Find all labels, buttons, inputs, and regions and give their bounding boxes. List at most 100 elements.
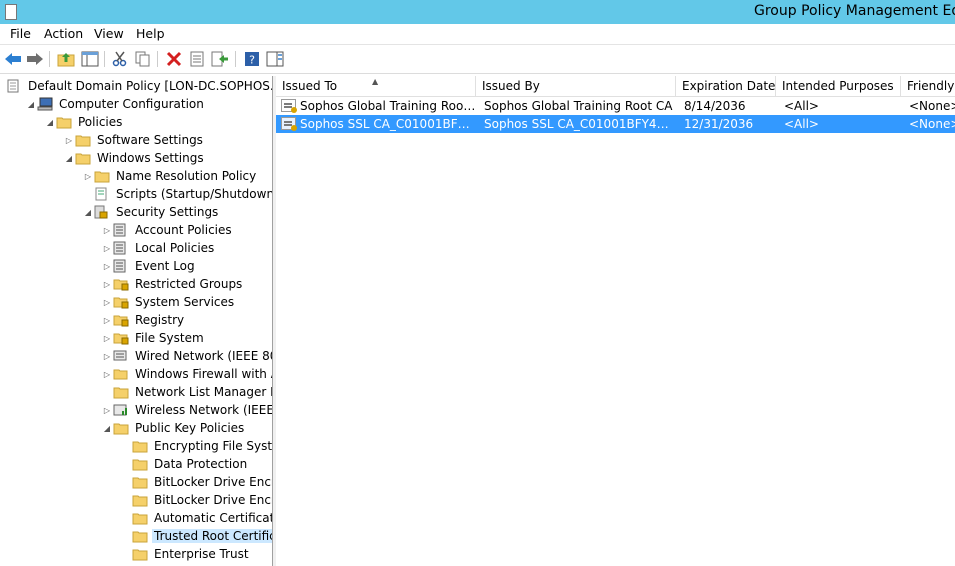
tree-node[interactable]: ◢ Windows Settings	[63, 149, 206, 167]
expand-arrow-icon[interactable]: ▷	[101, 293, 113, 311]
tree-node[interactable]: BitLocker Drive Encryptio	[120, 491, 272, 509]
tree-node[interactable]: ▷ File System	[101, 329, 206, 347]
tree-node[interactable]: ◢ Security Settings	[82, 203, 220, 221]
tree-node-label: Wireless Network (IEEE 802.1	[135, 403, 273, 417]
tree-node[interactable]: Automatic Certificate Re	[120, 509, 272, 527]
tree-node[interactable]: Default Domain Policy [LON-DC.SOPHOS.LOC	[6, 77, 272, 95]
tree-node-label: Enterprise Trust	[154, 547, 249, 561]
cell-issued-by: Sophos SSL CA_C01001BFY4QKVD7	[484, 117, 674, 131]
tree-node-label: BitLocker Drive Encryptio	[154, 493, 272, 507]
show-hide-tree-icon[interactable]	[80, 49, 100, 69]
menu-help[interactable]: Help	[136, 26, 165, 41]
certificate-icon	[281, 99, 297, 113]
app-icon	[5, 4, 17, 20]
menu-bar: File Action View Help	[0, 24, 955, 45]
folder-icon	[132, 529, 148, 543]
tree-node[interactable]: ▷ Name Resolution Policy	[82, 167, 258, 185]
folder-icon	[75, 133, 91, 147]
column-header-friendly-name[interactable]: Friendly N	[901, 76, 955, 96]
expand-arrow-icon[interactable]: ▷	[101, 311, 113, 329]
up-folder-icon[interactable]	[56, 49, 76, 69]
expand-arrow-icon[interactable]: ▷	[101, 347, 113, 365]
tree-node-label: Automatic Certificate Re	[154, 511, 272, 525]
column-header-intended-purposes[interactable]: Intended Purposes	[776, 76, 901, 96]
expand-arrow-icon[interactable]: ▷	[101, 257, 113, 275]
cell-intended-purposes: <All>	[784, 99, 819, 113]
wireless-icon	[113, 403, 129, 417]
tree-node[interactable]: ▷ Registry	[101, 311, 186, 329]
help-icon[interactable]: ?	[242, 49, 262, 69]
tree-node[interactable]: ▷ Event Log	[101, 257, 197, 275]
security-icon	[94, 205, 110, 219]
properties-icon[interactable]	[187, 49, 207, 69]
expand-arrow-icon[interactable]: ▷	[101, 329, 113, 347]
table-row[interactable]: Sophos SSL CA_C01001BFY4QK... Sophos SSL…	[276, 115, 955, 133]
tree-node[interactable]: ◢ Public Key Policies	[101, 419, 246, 437]
policy-list-icon	[113, 241, 129, 255]
collapse-arrow-icon[interactable]: ◢	[63, 149, 75, 167]
tree-node-label: BitLocker Drive Encryptio	[154, 475, 272, 489]
expand-arrow-icon[interactable]: ▷	[101, 401, 113, 419]
menu-view[interactable]: View	[94, 26, 124, 41]
show-action-pane-icon[interactable]	[265, 49, 285, 69]
window-title: Group Policy Management Edi	[754, 3, 955, 19]
tree-node[interactable]: Network List Manager Polici	[101, 383, 272, 401]
cell-issued-to: Sophos Global Training Root CA	[300, 99, 476, 113]
tree-node[interactable]: Scripts (Startup/Shutdown)	[82, 185, 272, 203]
expand-arrow-icon[interactable]: ▷	[82, 167, 94, 185]
folder-lock-icon	[113, 313, 129, 327]
list-header: Issued To ▲ Issued By Expiration Date In…	[276, 76, 955, 97]
tree-node[interactable]: ▷ Local Policies	[101, 239, 216, 257]
folder-icon	[75, 151, 91, 165]
console-tree[interactable]: Default Domain Policy [LON-DC.SOPHOS.LOC…	[0, 76, 273, 566]
export-list-icon[interactable]	[210, 49, 230, 69]
expand-arrow-icon[interactable]: ▷	[101, 275, 113, 293]
tree-node-label: Restricted Groups	[135, 277, 243, 291]
tree-node[interactable]: ▷ Software Settings	[63, 131, 205, 149]
tree-node[interactable]: ▷ Restricted Groups	[101, 275, 244, 293]
expand-arrow-icon[interactable]: ▷	[101, 221, 113, 239]
tree-node[interactable]: Encrypting File System	[120, 437, 272, 455]
tree-node[interactable]: Trusted Root Certification	[120, 527, 272, 545]
expand-arrow-icon[interactable]: ▷	[63, 131, 75, 149]
cell-friendly-name: <None>	[909, 117, 955, 131]
table-row[interactable]: Sophos Global Training Root CA Sophos Gl…	[276, 97, 955, 115]
column-header-expiration-date[interactable]: Expiration Date	[676, 76, 776, 96]
forward-arrow-icon[interactable]	[25, 49, 45, 69]
tree-node[interactable]: ▷ System Services	[101, 293, 236, 311]
menu-file[interactable]: File	[10, 26, 31, 41]
collapse-arrow-icon[interactable]: ◢	[82, 203, 94, 221]
tree-node[interactable]: ▷ Wireless Network (IEEE 802.1	[101, 401, 273, 419]
tree-node[interactable]: Enterprise Trust	[120, 545, 251, 563]
cell-issued-to: Sophos SSL CA_C01001BFY4QK...	[300, 117, 476, 131]
expand-arrow-icon[interactable]: ▷	[101, 239, 113, 257]
folder-icon	[132, 475, 148, 489]
tree-node[interactable]: ▷ Account Policies	[101, 221, 234, 239]
tree-node[interactable]: ◢ Policies	[44, 113, 124, 131]
tree-node[interactable]: Data Protection	[120, 455, 249, 473]
collapse-arrow-icon[interactable]: ◢	[44, 113, 56, 131]
copy-icon[interactable]	[133, 49, 153, 69]
policy-list-icon	[113, 223, 129, 237]
tree-node[interactable]: ▷ Windows Firewall with Advar	[101, 365, 272, 383]
policy-doc-icon	[6, 79, 22, 93]
column-header-issued-by[interactable]: Issued By	[476, 76, 676, 96]
collapse-arrow-icon[interactable]: ◢	[25, 95, 37, 113]
tree-node[interactable]: ▷ Wired Network (IEEE 802.3) P	[101, 347, 272, 365]
folder-icon	[132, 547, 148, 561]
certificate-list[interactable]: Issued To ▲ Issued By Expiration Date In…	[276, 76, 955, 566]
cut-icon[interactable]	[110, 49, 130, 69]
expand-arrow-icon[interactable]: ▷	[101, 365, 113, 383]
menu-action[interactable]: Action	[44, 26, 83, 41]
folder-icon	[94, 169, 110, 183]
collapse-arrow-icon[interactable]: ◢	[101, 419, 113, 437]
back-arrow-icon[interactable]	[3, 49, 23, 69]
delete-icon[interactable]	[164, 49, 184, 69]
tree-node[interactable]: ◢ Computer Configuration	[25, 95, 206, 113]
tree-node[interactable]: BitLocker Drive Encryptio	[120, 473, 272, 491]
